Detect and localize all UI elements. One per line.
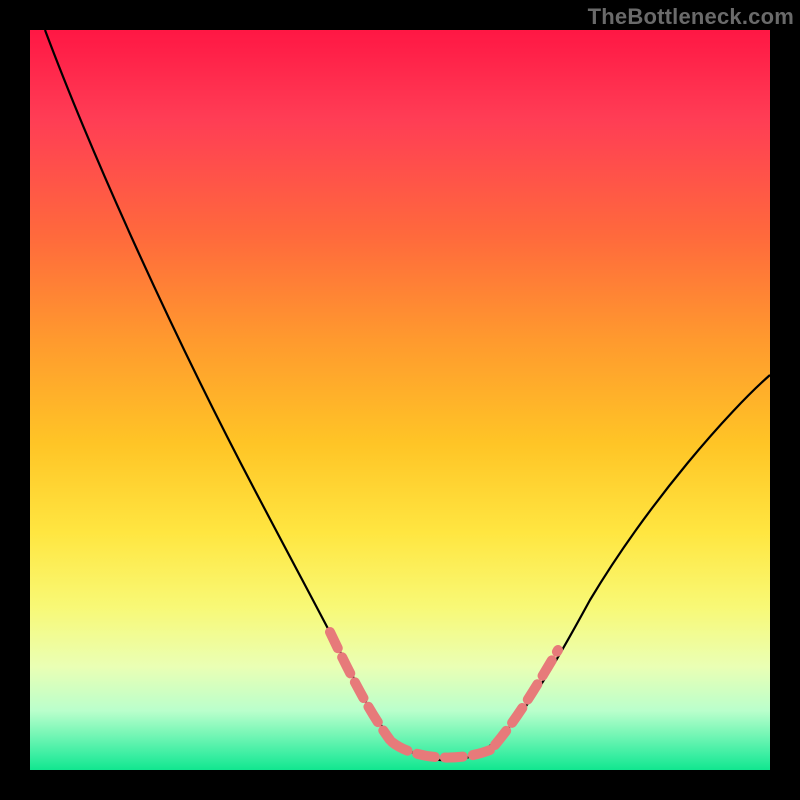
main-curve <box>45 30 770 760</box>
left-dashed-marker <box>330 632 390 740</box>
plot-area <box>30 30 770 770</box>
flat-dashed-marker <box>392 742 490 758</box>
chart-frame: TheBottleneck.com <box>0 0 800 800</box>
right-dashed-marker <box>495 650 558 745</box>
curve-svg <box>30 30 770 770</box>
watermark-text: TheBottleneck.com <box>588 4 794 30</box>
